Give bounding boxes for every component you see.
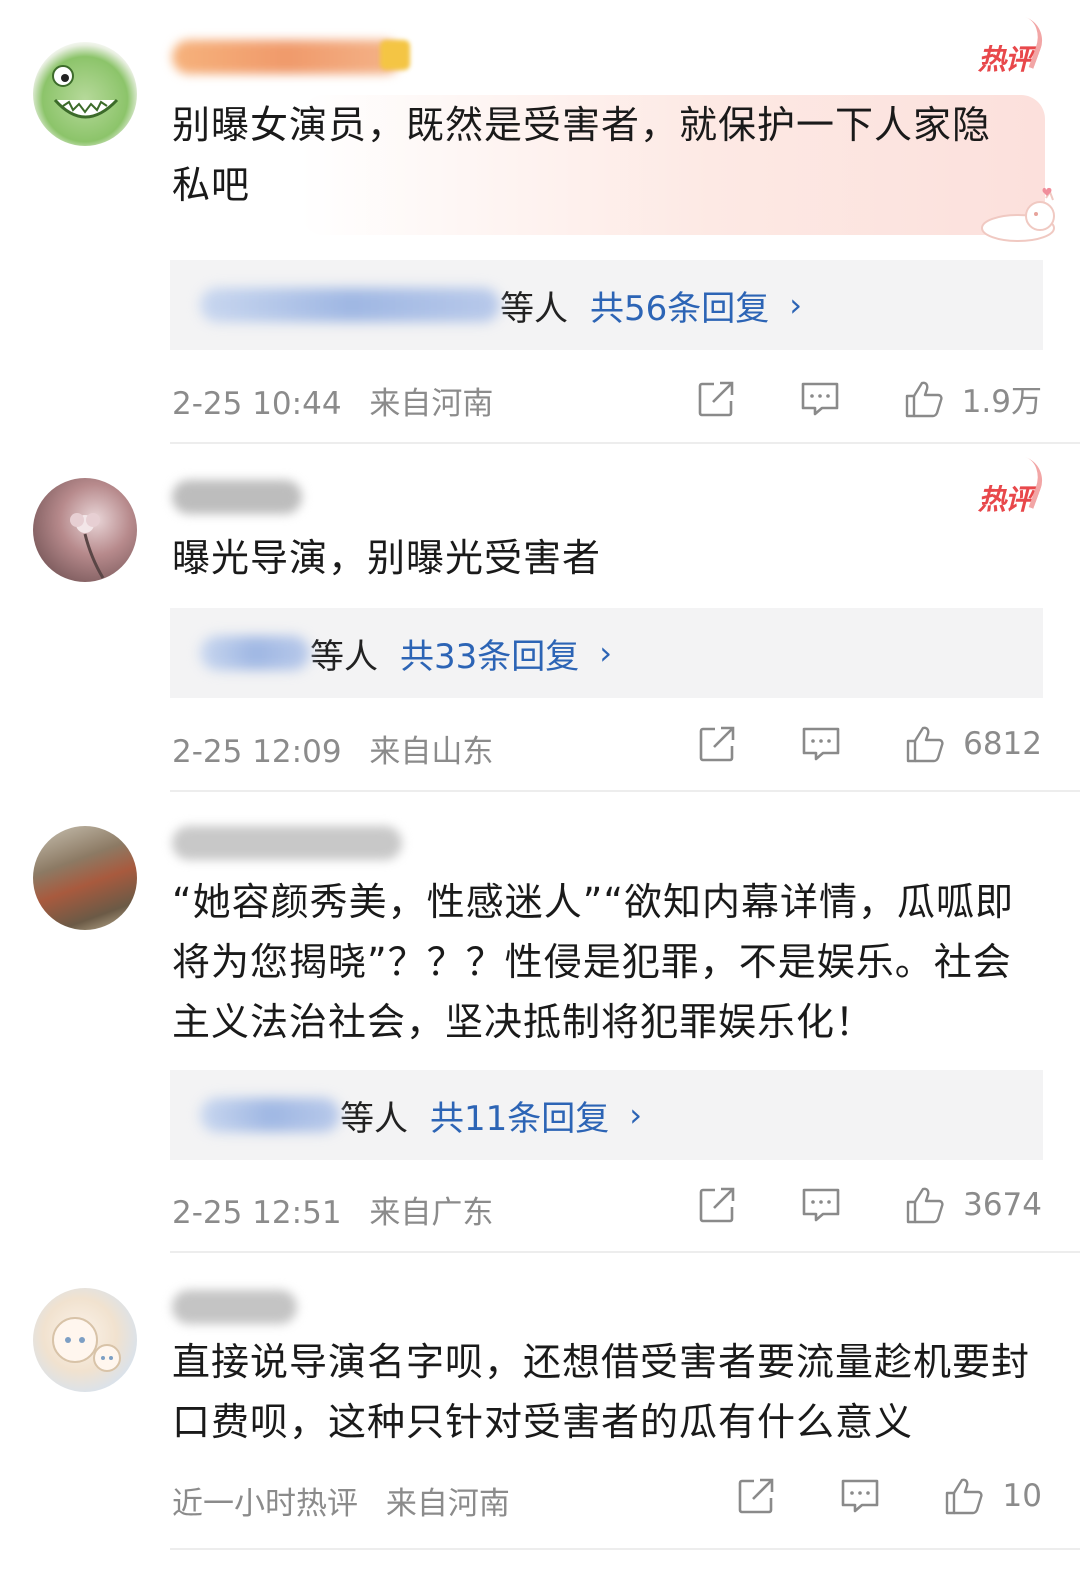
reply-summary[interactable]: 等人 共56条回复 ›: [170, 260, 1043, 350]
chevron-right-icon: ›: [599, 634, 613, 672]
reply-count-link[interactable]: 共11条回复: [430, 1091, 609, 1140]
comment-date: 2-25 12:09: [172, 734, 342, 770]
reply-suffix: 等人: [310, 636, 378, 677]
avatar[interactable]: [33, 826, 137, 930]
username-blurred[interactable]: [172, 1290, 297, 1324]
username-blurred[interactable]: [172, 480, 302, 514]
like-icon[interactable]: [905, 724, 945, 764]
like-count: 6812: [963, 726, 1042, 762]
comment-meta: 2-25 10:44 来自河南: [172, 378, 493, 423]
reply-count-link[interactable]: 共33条回复: [400, 629, 579, 678]
comment-icon[interactable]: [801, 724, 841, 764]
vip-badge-icon: [380, 40, 410, 70]
comment-meta: 近一小时热评 来自河南: [172, 1478, 510, 1523]
chevron-right-icon: ›: [629, 1096, 643, 1134]
reply-summary[interactable]: 等人 共11条回复 ›: [170, 1070, 1043, 1160]
comment-date: 2-25 10:44: [172, 386, 342, 422]
avatar[interactable]: [33, 42, 137, 146]
comment-location: 来自山东: [369, 734, 494, 770]
hot-comment-tag: 热评: [978, 38, 1033, 78]
frog-avatar-icon: [52, 65, 119, 119]
reply-usernames-blurred: [200, 1098, 340, 1132]
like-icon[interactable]: [944, 1476, 984, 1516]
comment-location: 来自河南: [385, 1486, 510, 1522]
share-icon[interactable]: [697, 1185, 737, 1225]
anime-avatar-icon: [52, 1317, 121, 1372]
comment-location: 来自广东: [369, 1195, 494, 1231]
like-count: 3674: [963, 1187, 1042, 1223]
avatar[interactable]: [33, 478, 137, 582]
comment-text: 别曝女演员，既然是受害者，就保护一下人家隐私吧: [172, 103, 992, 207]
comment-meta: 2-25 12:51 来自广东: [172, 1187, 493, 1232]
comment-text: “她容颜秀美，性感迷人”“欲知内幕详情，瓜呱即将为您揭晓”？？？性侵是犯罪，不是…: [172, 880, 1015, 1044]
reply-suffix: 等人: [500, 288, 568, 329]
username-blurred[interactable]: [172, 40, 402, 74]
like-count: 1.9万: [961, 384, 1042, 420]
share-icon[interactable]: [736, 1476, 776, 1516]
divider: [170, 790, 1080, 792]
share-icon[interactable]: [696, 379, 736, 419]
comment-date: 2-25 12:51: [172, 1195, 342, 1231]
reply-count-link[interactable]: 共56条回复: [590, 281, 769, 330]
comment-date: 近一小时热评: [172, 1486, 358, 1522]
comment-icon[interactable]: [840, 1476, 880, 1516]
divider: [170, 442, 1080, 444]
comment-actions: 10: [736, 1476, 1042, 1516]
avatar[interactable]: [33, 1288, 137, 1392]
divider: [170, 1548, 1080, 1550]
comment-icon[interactable]: [801, 1185, 841, 1225]
comment-location: 来自河南: [369, 386, 494, 422]
divider: [170, 1251, 1080, 1253]
comment-actions: 3674: [697, 1185, 1042, 1225]
like-icon[interactable]: [905, 1185, 945, 1225]
chevron-right-icon: ›: [789, 286, 803, 324]
reply-usernames-blurred: [200, 288, 500, 322]
username-blurred[interactable]: [172, 826, 402, 860]
comment-meta: 2-25 12:09 来自山东: [172, 726, 493, 771]
hot-comment-tag: 热评: [978, 478, 1033, 518]
reply-suffix: 等人: [340, 1098, 408, 1139]
like-icon[interactable]: [904, 379, 944, 419]
comment-actions: 6812: [697, 724, 1042, 764]
flower-avatar-icon: [70, 513, 105, 579]
reply-summary[interactable]: 等人 共33条回复 ›: [170, 608, 1043, 698]
comment-icon[interactable]: [800, 379, 840, 419]
like-count: 10: [1002, 1478, 1042, 1514]
comment-text: 直接说导演名字呗，还想借受害者要流量趁机要封口费呗，这种只针对受害者的瓜有什么意…: [172, 1340, 1031, 1444]
comment-actions: 1.9万: [696, 376, 1042, 421]
share-icon[interactable]: [697, 724, 737, 764]
comment-text: 曝光导演，别曝光受害者: [172, 536, 602, 580]
reply-usernames-blurred: [200, 636, 310, 670]
